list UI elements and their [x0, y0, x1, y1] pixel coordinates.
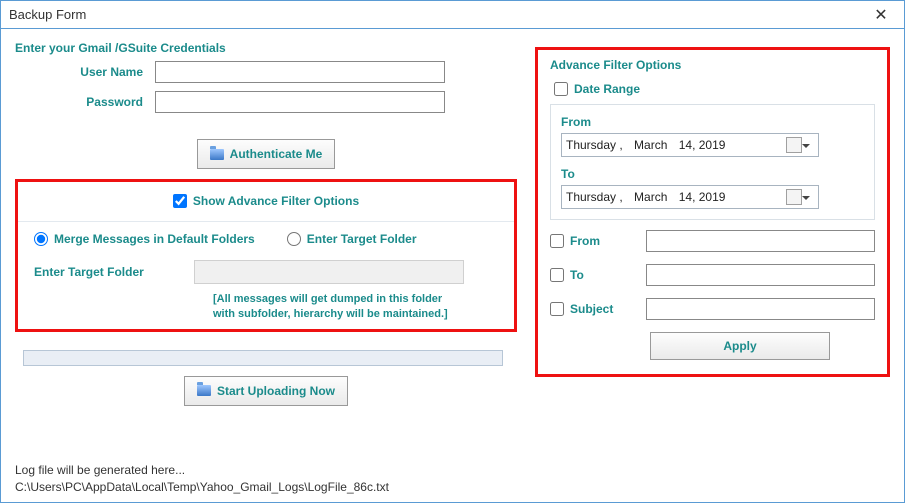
advance-filter-legend: Advance Filter Options: [550, 58, 875, 72]
credentials-legend: Enter your Gmail /GSuite Credentials: [15, 41, 517, 55]
username-input[interactable]: [155, 61, 445, 83]
start-uploading-label: Start Uploading Now: [217, 384, 335, 398]
show-advance-filter-label: Show Advance Filter Options: [193, 194, 359, 208]
date-from-picker[interactable]: Thursday , March 14, 2019: [561, 133, 819, 157]
advance-filter-panel: Advance Filter Options Date Range From T…: [535, 47, 890, 377]
subject-input[interactable]: [646, 298, 875, 320]
titlebar: Backup Form ✕: [1, 1, 904, 29]
apply-button-label: Apply: [723, 339, 756, 353]
merge-default-radio-input[interactable]: [34, 232, 48, 246]
authenticate-button-label: Authenticate Me: [230, 147, 323, 161]
addr-to-checkbox[interactable]: To: [550, 268, 636, 282]
addr-to-checkbox-input[interactable]: [550, 268, 564, 282]
apply-button[interactable]: Apply: [650, 332, 830, 360]
show-advance-filter-checkbox[interactable]: Show Advance Filter Options: [173, 194, 359, 208]
addr-to-label: To: [570, 268, 584, 282]
start-uploading-button[interactable]: Start Uploading Now: [184, 376, 348, 406]
date-range-panel: From Thursday , March 14, 2019 To Thursd…: [550, 104, 875, 220]
subject-label: Subject: [570, 302, 613, 316]
backup-form-window: Backup Form ✕ Enter your Gmail /GSuite C…: [0, 0, 905, 503]
merge-options-panel: Show Advance Filter Options Merge Messag…: [15, 179, 517, 332]
enter-target-radio[interactable]: Enter Target Folder: [287, 232, 417, 246]
enter-target-radio-input[interactable]: [287, 232, 301, 246]
target-folder-field-label: Enter Target Folder: [34, 265, 194, 279]
target-folder-hint: [All messages will get dumped in this fo…: [213, 292, 504, 323]
date-range-checkbox-input[interactable]: [554, 82, 568, 96]
date-to-picker[interactable]: Thursday , March 14, 2019: [561, 185, 819, 209]
calendar-icon[interactable]: [786, 137, 802, 153]
password-input[interactable]: [155, 91, 445, 113]
log-footer: Log file will be generated here... C:\Us…: [15, 462, 389, 496]
window-title: Backup Form: [9, 7, 866, 22]
merge-default-radio[interactable]: Merge Messages in Default Folders: [34, 232, 255, 246]
addr-from-input[interactable]: [646, 230, 875, 252]
show-advance-filter-checkbox-input[interactable]: [173, 194, 187, 208]
merge-default-label: Merge Messages in Default Folders: [54, 232, 255, 246]
date-range-label: Date Range: [574, 82, 640, 96]
close-icon[interactable]: ✕: [866, 5, 896, 25]
date-to-label: To: [561, 167, 864, 181]
enter-target-label: Enter Target Folder: [307, 232, 417, 246]
addr-to-input[interactable]: [646, 264, 875, 286]
date-range-checkbox[interactable]: Date Range: [554, 82, 640, 96]
date-from-label: From: [561, 115, 864, 129]
password-label: Password: [15, 95, 155, 109]
progress-bar: [23, 350, 503, 366]
folder-icon: [210, 149, 224, 160]
target-folder-input: [194, 260, 464, 284]
authenticate-button[interactable]: Authenticate Me: [197, 139, 336, 169]
addr-from-label: From: [570, 234, 600, 248]
username-label: User Name: [15, 65, 155, 79]
subject-checkbox[interactable]: Subject: [550, 302, 636, 316]
calendar-icon[interactable]: [786, 189, 802, 205]
addr-from-checkbox-input[interactable]: [550, 234, 564, 248]
folder-icon: [197, 385, 211, 396]
subject-checkbox-input[interactable]: [550, 302, 564, 316]
addr-from-checkbox[interactable]: From: [550, 234, 636, 248]
